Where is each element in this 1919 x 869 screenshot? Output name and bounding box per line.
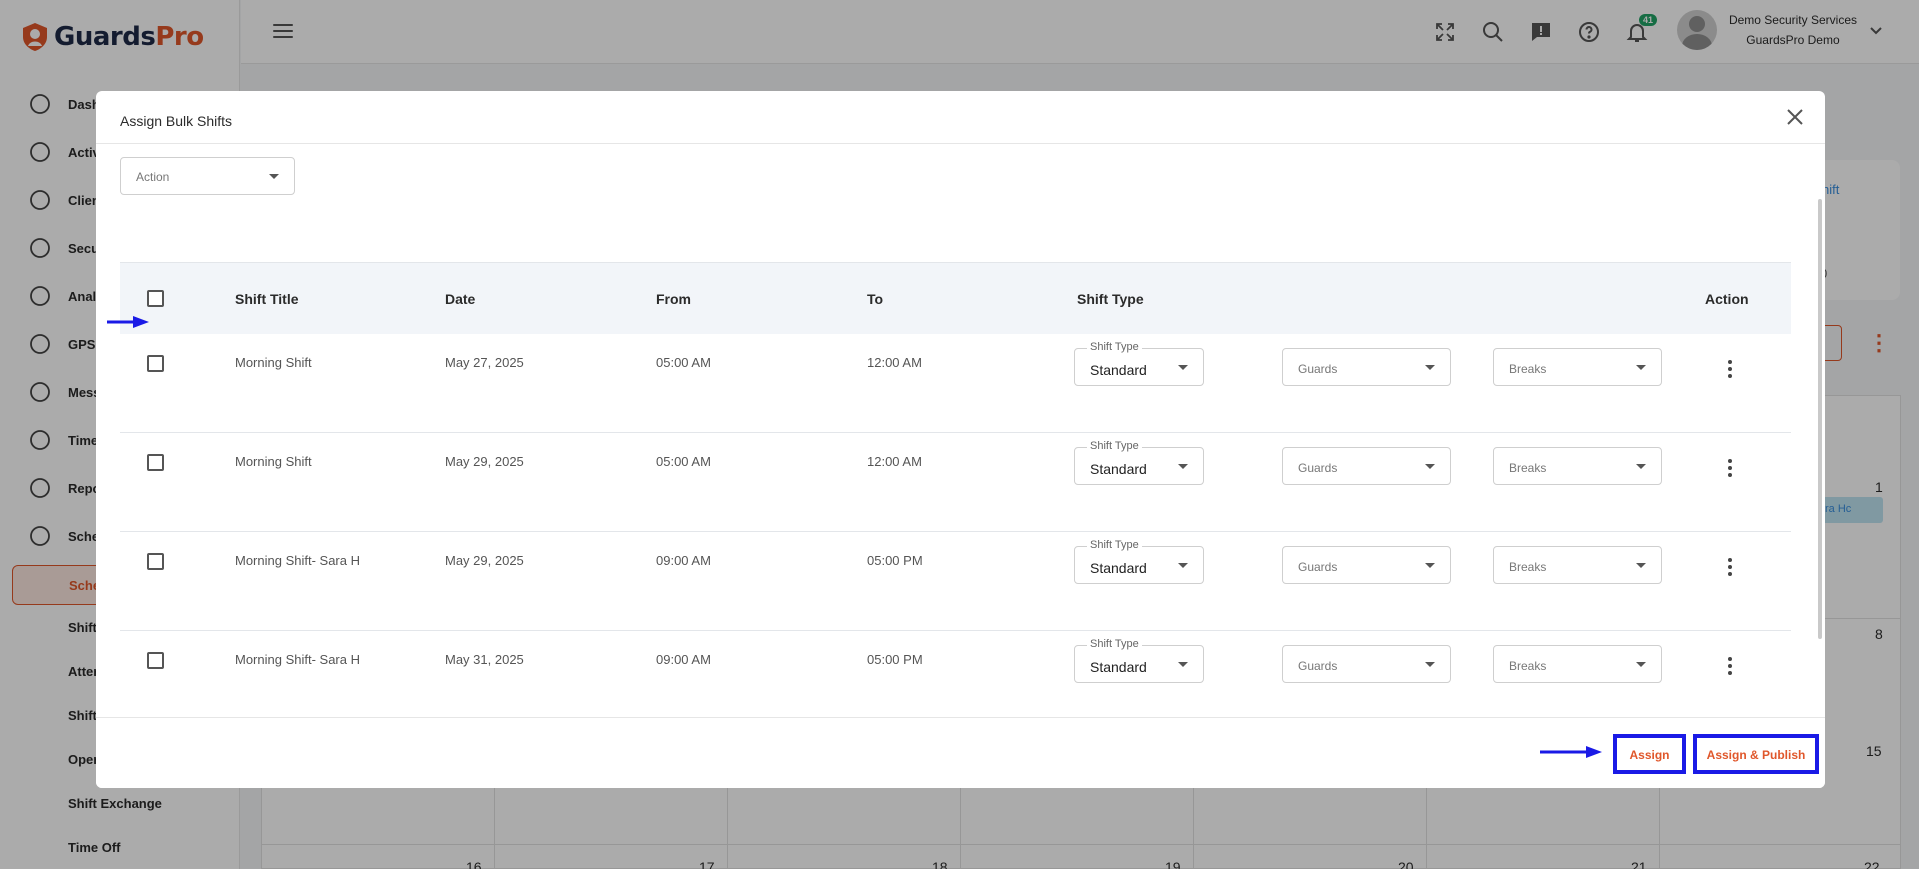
caret-down-icon: [269, 174, 279, 179]
assign-publish-button[interactable]: Assign & Publish: [1693, 734, 1819, 774]
guards-placeholder: Guards: [1298, 362, 1338, 376]
breaks-select[interactable]: Breaks: [1493, 645, 1662, 683]
caret-down-icon: [1425, 365, 1435, 370]
guards-select[interactable]: Guards: [1282, 645, 1451, 683]
guards-select[interactable]: Guards: [1282, 546, 1451, 584]
table-row: Morning Shift May 29, 2025 05:00 AM 12:00 A…: [120, 433, 1791, 532]
row-checkbox[interactable]: [147, 454, 164, 471]
assign-bulk-shifts-modal: Assign Bulk Shifts Action Shift Title Da…: [96, 91, 1825, 788]
cell-date: May 29, 2025: [445, 454, 524, 469]
caret-down-icon: [1425, 464, 1435, 469]
caret-down-icon: [1636, 464, 1646, 469]
caret-down-icon: [1425, 563, 1435, 568]
breaks-placeholder: Breaks: [1509, 659, 1547, 673]
shift-type-legend: Shift Type: [1087, 638, 1142, 650]
cell-to: 12:00 AM: [867, 454, 922, 469]
shift-type-select[interactable]: Shift Type Standard: [1074, 341, 1204, 386]
row-checkbox[interactable]: [147, 355, 164, 372]
caret-down-icon: [1178, 662, 1188, 667]
cell-to: 12:00 AM: [867, 355, 922, 370]
caret-down-icon: [1636, 563, 1646, 568]
table-row: Morning Shift- Sara H May 29, 2025 09:00 A…: [120, 532, 1791, 631]
cell-shift-title: Morning Shift- Sara H: [235, 652, 360, 667]
column-header-shift-title: Shift Title: [235, 291, 299, 307]
arrow-pointer-icon: [107, 316, 149, 328]
breaks-select[interactable]: Breaks: [1493, 546, 1662, 584]
shift-type-select[interactable]: Shift Type Standard: [1074, 539, 1204, 584]
breaks-select[interactable]: Breaks: [1493, 348, 1662, 386]
guards-placeholder: Guards: [1298, 560, 1338, 574]
caret-down-icon: [1636, 365, 1646, 370]
breaks-placeholder: Breaks: [1509, 461, 1547, 475]
shift-type-value: Standard: [1090, 362, 1147, 378]
cell-from: 09:00 AM: [656, 553, 711, 568]
cell-shift-title: Morning Shift- Sara H: [235, 553, 360, 568]
row-more-icon[interactable]: [1728, 558, 1734, 576]
select-all-checkbox[interactable]: [147, 290, 164, 307]
caret-down-icon: [1178, 464, 1188, 469]
guards-select[interactable]: Guards: [1282, 447, 1451, 485]
column-header-action: Action: [1705, 291, 1749, 307]
shift-type-value: Standard: [1090, 560, 1147, 576]
row-more-icon[interactable]: [1728, 360, 1734, 378]
shift-type-select[interactable]: Shift Type Standard: [1074, 440, 1204, 485]
cell-date: May 27, 2025: [445, 355, 524, 370]
cell-shift-title: Morning Shift: [235, 454, 312, 469]
shift-type-value: Standard: [1090, 461, 1147, 477]
cell-date: May 31, 2025: [445, 652, 524, 667]
modal-header: Assign Bulk Shifts: [96, 91, 1825, 144]
column-header-from: From: [656, 291, 691, 307]
cell-from: 09:00 AM: [656, 652, 711, 667]
shift-type-legend: Shift Type: [1087, 341, 1142, 353]
table-row: Morning Shift May 27, 2025 05:00 AM 12:00 A…: [120, 334, 1791, 433]
column-header-to: To: [867, 291, 884, 307]
row-more-icon[interactable]: [1728, 459, 1734, 477]
arrow-pointer-icon: [1540, 746, 1602, 758]
shift-type-legend: Shift Type: [1087, 440, 1142, 452]
table-header: Shift Title Date From To Shift Type Acti…: [120, 262, 1791, 334]
row-checkbox[interactable]: [147, 652, 164, 669]
caret-down-icon: [1425, 662, 1435, 667]
table-row: Morning Shift- Sara H May 31, 2025 09:00 A…: [120, 631, 1791, 707]
column-header-date: Date: [445, 291, 476, 307]
guards-placeholder: Guards: [1298, 659, 1338, 673]
modal-footer: Assign Assign & Publish: [96, 717, 1825, 788]
caret-down-icon: [1636, 662, 1646, 667]
scrollbar[interactable]: [1818, 199, 1822, 639]
shift-type-value: Standard: [1090, 659, 1147, 675]
caret-down-icon: [1178, 563, 1188, 568]
breaks-select[interactable]: Breaks: [1493, 447, 1662, 485]
shift-type-select[interactable]: Shift Type Standard: [1074, 638, 1204, 683]
column-header-shift-type: Shift Type: [1077, 291, 1144, 307]
breaks-placeholder: Breaks: [1509, 560, 1547, 574]
shift-type-legend: Shift Type: [1087, 539, 1142, 551]
modal-title: Assign Bulk Shifts: [120, 113, 233, 129]
assign-button[interactable]: Assign: [1613, 734, 1686, 774]
cell-to: 05:00 PM: [867, 652, 923, 667]
modal-body[interactable]: Action Shift Title Date From To Shift Ty…: [96, 144, 1825, 707]
row-more-icon[interactable]: [1728, 657, 1734, 675]
cell-to: 05:00 PM: [867, 553, 923, 568]
guards-placeholder: Guards: [1298, 461, 1338, 475]
cell-shift-title: Morning Shift: [235, 355, 312, 370]
caret-down-icon: [1178, 365, 1188, 370]
breaks-placeholder: Breaks: [1509, 362, 1547, 376]
cell-date: May 29, 2025: [445, 553, 524, 568]
cell-from: 05:00 AM: [656, 454, 711, 469]
cell-from: 05:00 AM: [656, 355, 711, 370]
guards-select[interactable]: Guards: [1282, 348, 1451, 386]
row-checkbox[interactable]: [147, 553, 164, 570]
close-icon[interactable]: [1785, 107, 1805, 127]
